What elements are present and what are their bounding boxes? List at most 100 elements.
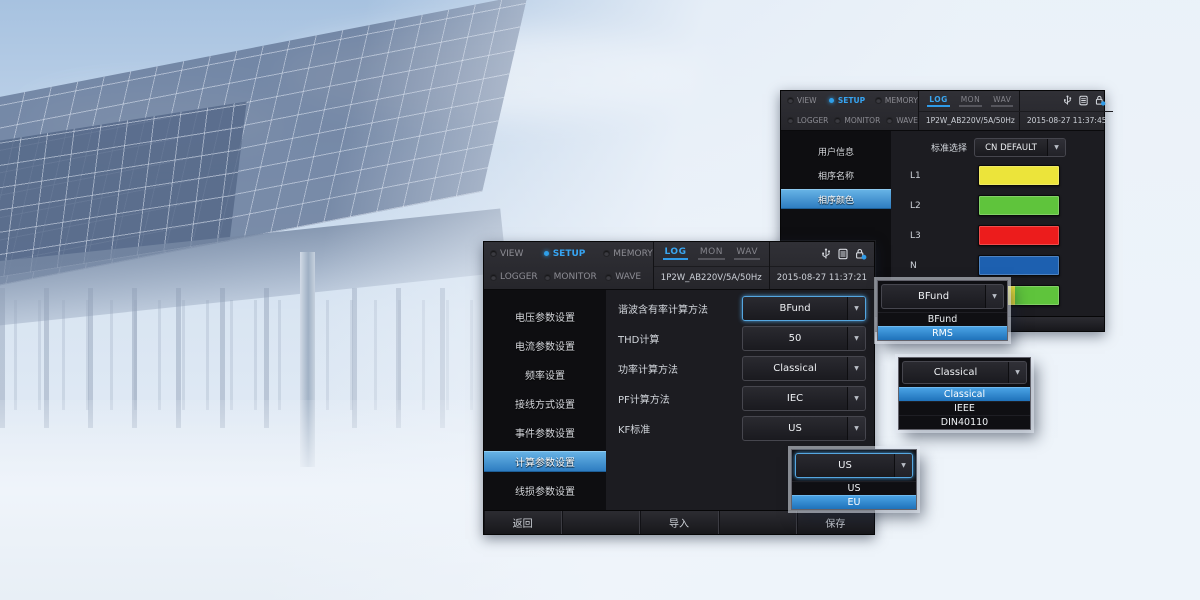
tab-label: MEMORY (885, 96, 918, 105)
color-swatch-l1[interactable] (978, 165, 1060, 186)
save-button[interactable]: 保存 (797, 511, 874, 534)
option-us[interactable]: US (792, 481, 916, 495)
setting-label: THD计算 (618, 331, 742, 346)
tab-setup[interactable]: SETUP (822, 96, 869, 105)
tab-wave[interactable]: WAVE (599, 272, 653, 282)
sidebar-item-user-info[interactable]: 用户信息 (781, 141, 891, 161)
system-icons (1020, 91, 1114, 111)
sidebar-item-wiring-mode[interactable]: 接线方式设置 (484, 393, 606, 414)
option-classical[interactable]: Classical (899, 387, 1030, 401)
option-eu[interactable]: EU (792, 495, 916, 509)
color-swatch-n[interactable] (978, 255, 1060, 276)
color-swatch-l2[interactable] (978, 195, 1060, 216)
dropdown-value: 50 (743, 327, 847, 350)
dropdown-value: IEC (743, 387, 847, 410)
popup-field[interactable]: BFund ▼ (881, 284, 1004, 309)
radio-dot-icon (491, 275, 496, 280)
standard-select-label: 标准选择 (931, 141, 967, 154)
sidebar-item-lineloss-params[interactable]: 线损参数设置 (484, 480, 606, 501)
setting-row-power-method: 功率计算方法 Classical ▼ (606, 356, 866, 381)
sidebar-item-phase-names[interactable]: 相序名称 (781, 165, 891, 185)
setting-label: PF计算方法 (618, 391, 742, 406)
mode-mon[interactable]: MON (698, 247, 725, 260)
range-readout: 220V/5A/50Hz (701, 273, 762, 283)
sidebar-item-voltage-params[interactable]: 电压参数设置 (484, 306, 606, 327)
tab-memory[interactable]: MEMORY (597, 249, 652, 259)
radio-dot-icon (788, 98, 793, 103)
mode-status-block: LOG MON WAV 1P2W_AB 220V/5A/50Hz (653, 242, 770, 289)
radio-dot-icon (544, 251, 549, 256)
phase-label: L3 (903, 231, 978, 241)
option-din40110[interactable]: DIN40110 (899, 415, 1030, 429)
dropdown-value: US (743, 417, 847, 440)
chevron-down-icon[interactable]: ▼ (1047, 139, 1065, 156)
storage-icon[interactable] (1078, 95, 1089, 106)
wiring-mode: 1P2W_AB (926, 116, 962, 125)
option-ieee[interactable]: IEEE (899, 401, 1030, 415)
chevron-down-icon[interactable]: ▼ (985, 285, 1003, 308)
mode-log[interactable]: LOG (927, 95, 950, 107)
chevron-down-icon[interactable]: ▼ (1008, 362, 1026, 383)
standard-select-dropdown[interactable]: CN DEFAULT ▼ (974, 138, 1066, 157)
tab-monitor[interactable]: MONITOR (828, 116, 880, 125)
dropdown-value: BFund (743, 297, 847, 320)
pf-method-dropdown[interactable]: IEC ▼ (742, 386, 866, 411)
sidebar-item-calc-params[interactable]: 计算参数设置 (484, 451, 606, 472)
usb-icon[interactable] (820, 248, 832, 260)
tab-logger[interactable]: LOGGER (484, 272, 538, 282)
tab-label: MEMORY (613, 249, 652, 259)
tab-monitor[interactable]: MONITOR (538, 272, 600, 282)
harmonic-method-dropdown[interactable]: BFund ▼ (742, 296, 866, 321)
chevron-down-icon[interactable]: ▼ (847, 327, 865, 350)
tab-memory[interactable]: MEMORY (869, 96, 918, 105)
option-rms[interactable]: RMS (878, 326, 1007, 340)
main-tabs: VIEW SETUP MEMORY LOGGER MONITOR WAVE (781, 91, 918, 130)
radio-dot-icon (835, 118, 840, 123)
mode-tabs: LOG MON WAV (654, 242, 769, 266)
system-icons (770, 242, 874, 266)
back-button[interactable]: 返回 (484, 511, 562, 534)
radio-dot-icon (788, 118, 793, 123)
sidebar-item-current-params[interactable]: 电流参数设置 (484, 335, 606, 356)
tab-logger[interactable]: LOGGER (781, 116, 828, 125)
import-button[interactable]: 导入 (640, 511, 718, 534)
chevron-down-icon[interactable]: ▼ (847, 357, 865, 380)
tab-view[interactable]: VIEW (781, 96, 822, 105)
sidebar-item-frequency[interactable]: 频率设置 (484, 364, 606, 385)
chevron-down-icon[interactable]: ▼ (894, 454, 912, 477)
kf-standard-popup: US ▼ US EU (791, 449, 917, 510)
wiring-mode: 1P2W_AB (661, 273, 701, 283)
mode-log[interactable]: LOG (663, 247, 689, 260)
standard-select-row: 标准选择 CN DEFAULT ▼ (891, 131, 1104, 165)
popup-field[interactable]: US ▼ (795, 453, 913, 478)
usb-icon[interactable] (1062, 95, 1073, 106)
mode-mon[interactable]: MON (959, 95, 983, 107)
tab-setup[interactable]: SETUP (537, 249, 598, 259)
option-bfund[interactable]: BFund (878, 312, 1007, 326)
kf-standard-dropdown[interactable]: US ▼ (742, 416, 866, 441)
tab-label: MONITOR (844, 116, 880, 125)
lock-icon[interactable] (854, 248, 867, 260)
chevron-down-icon[interactable]: ▼ (847, 387, 865, 410)
mode-wav[interactable]: WAV (991, 95, 1013, 107)
lock-icon[interactable] (1094, 95, 1106, 106)
system-block: 2015-08-27 11:37:45 (1020, 91, 1114, 130)
setting-row-kf-standard: KF标准 US ▼ (606, 416, 866, 441)
clock-readout: 2015-08-27 11:37:21 (770, 266, 874, 290)
titlebar: VIEW SETUP MEMORY LOGGER MONITOR WAVE LO… (781, 91, 1104, 131)
phase-row-l2: L2 (903, 195, 1104, 216)
chevron-down-icon[interactable]: ▼ (847, 417, 865, 440)
sidebar-item-phase-colors[interactable]: 相序颜色 (781, 189, 891, 209)
tab-wave[interactable]: WAVE (880, 116, 918, 125)
tab-view[interactable]: VIEW (484, 249, 537, 259)
harmonic-method-popup: BFund ▼ BFund RMS (877, 280, 1008, 341)
color-swatch-l3[interactable] (978, 225, 1060, 246)
mode-wav[interactable]: WAV (734, 247, 760, 260)
sidebar-item-event-params[interactable]: 事件参数设置 (484, 422, 606, 443)
power-method-dropdown[interactable]: Classical ▼ (742, 356, 866, 381)
tab-label: SETUP (838, 96, 865, 105)
popup-field[interactable]: Classical ▼ (902, 361, 1027, 384)
chevron-down-icon[interactable]: ▼ (847, 297, 865, 320)
storage-icon[interactable] (837, 248, 849, 260)
thd-calc-dropdown[interactable]: 50 ▼ (742, 326, 866, 351)
